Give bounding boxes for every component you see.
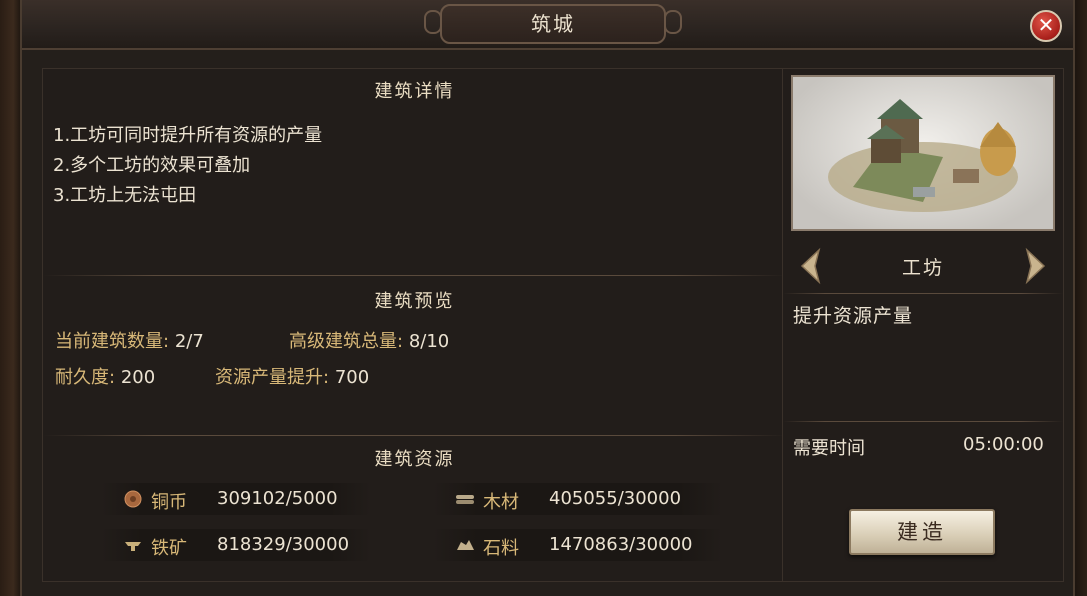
resource-value: 309102/5000 <box>217 488 338 509</box>
resource-iron: 铁矿 818329/30000 <box>101 529 371 561</box>
required-time-value: 05:00:00 <box>963 434 1044 455</box>
current-count-label: 当前建筑数量: <box>55 331 170 352</box>
resource-name: 铜币 <box>151 492 187 513</box>
copper-coin-icon <box>124 490 142 508</box>
resource-value: 405055/30000 <box>549 488 682 509</box>
section-divider <box>783 293 1063 294</box>
preview-title: 建筑预览 <box>374 291 455 312</box>
resource-name: 木材 <box>483 492 519 513</box>
title-ornament-right <box>664 10 682 34</box>
iron-ore-icon <box>125 542 141 551</box>
detail-line-1: 1.工坊可同时提升所有资源的产量 <box>53 125 323 146</box>
required-time-label: 需要时间 <box>793 438 865 459</box>
resource-value: 1470863/30000 <box>549 534 693 555</box>
building-info-panel: 建筑详情 1.工坊可同时提升所有资源的产量 2.多个工坊的效果可叠加 3.工坊上… <box>42 68 787 582</box>
building-name: 工坊 <box>901 257 944 279</box>
wood-icon <box>456 495 474 504</box>
advanced-total-label: 高级建筑总量: <box>289 331 404 352</box>
advanced-total-value: 8/10 <box>408 331 450 352</box>
build-button[interactable]: 建造 <box>849 509 995 555</box>
building-selector-panel: 工坊 提升资源产量 需要时间 05:00:00 建造 <box>782 68 1064 582</box>
window-title: 筑城 <box>440 4 666 44</box>
stone-icon <box>457 540 474 550</box>
background-scene-right <box>1073 0 1087 596</box>
section-divider <box>783 421 1063 422</box>
resource-stone: 石料 1470863/30000 <box>433 529 723 561</box>
building-switcher: 工坊 <box>797 241 1049 291</box>
production-boost: 资源产量提升: 700 <box>215 363 369 389</box>
resources-title: 建筑资源 <box>374 449 455 470</box>
detail-line-2: 2.多个工坊的效果可叠加 <box>53 155 251 176</box>
resource-wood: 木材 405055/30000 <box>433 483 723 515</box>
advanced-building-total: 高级建筑总量: 8/10 <box>289 327 449 353</box>
next-building-arrow-icon[interactable] <box>1021 247 1049 285</box>
detail-line-3: 3.工坊上无法屯田 <box>53 185 197 206</box>
close-button[interactable]: ✕ <box>1030 10 1062 42</box>
durability-value: 200 <box>120 367 156 388</box>
details-title: 建筑详情 <box>374 81 455 102</box>
build-city-window: 筑城 ✕ 建筑详情 1.工坊可同时提升所有资源的产量 2.多个工坊的效果可叠加 … <box>20 0 1075 596</box>
building-description: 提升资源产量 <box>793 305 914 327</box>
resource-copper: 铜币 309102/5000 <box>101 483 371 515</box>
resource-value: 818329/30000 <box>217 534 350 555</box>
window-title-bar: 筑城 ✕ <box>22 0 1073 50</box>
current-count-value: 2/7 <box>174 331 204 352</box>
durability: 耐久度: 200 <box>55 363 155 389</box>
production-boost-value: 700 <box>334 367 370 388</box>
resource-name: 石料 <box>483 538 519 559</box>
durability-label: 耐久度: <box>55 367 116 388</box>
section-divider <box>43 435 786 436</box>
background-scene-left <box>0 0 22 596</box>
workshop-illustration <box>828 99 1018 212</box>
production-boost-label: 资源产量提升: <box>215 367 330 388</box>
building-preview-image <box>791 75 1055 231</box>
resource-name: 铁矿 <box>151 538 187 559</box>
current-building-count: 当前建筑数量: 2/7 <box>55 327 204 353</box>
section-divider <box>43 275 786 276</box>
